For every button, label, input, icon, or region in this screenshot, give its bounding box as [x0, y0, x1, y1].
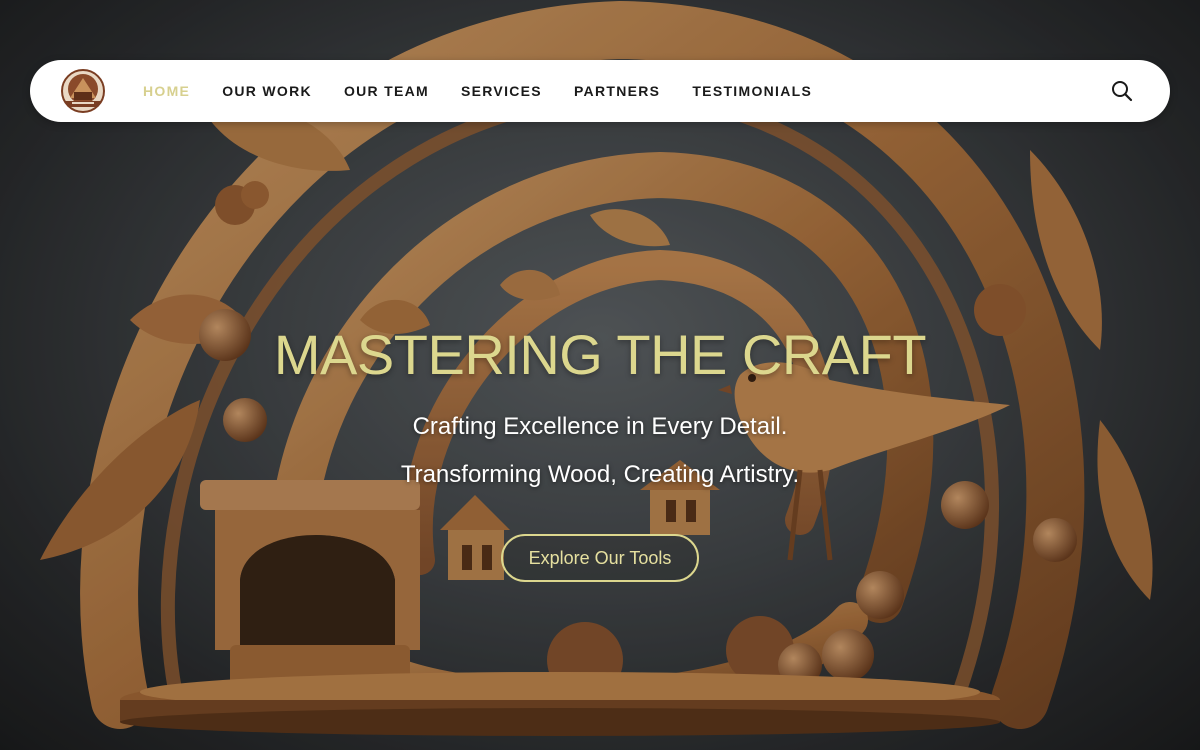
nav-links: HOME OUR WORK OUR TEAM SERVICES PARTNERS… — [143, 60, 844, 122]
nav-item-testimonials[interactable]: TESTIMONIALS — [692, 83, 812, 99]
hero-subtitle-line2: Transforming Wood, Creating Artistry. — [400, 461, 800, 488]
nav-item-our-team[interactable]: OUR TEAM — [344, 83, 429, 99]
nav-item-partners[interactable]: PARTNERS — [574, 83, 660, 99]
hero-title: MASTERING THE CRAFT — [273, 323, 927, 386]
nav-item-services[interactable]: SERVICES — [461, 83, 542, 99]
wood-craft-logo-icon[interactable] — [60, 68, 106, 114]
search-icon[interactable] — [1110, 79, 1134, 103]
nav-item-our-work[interactable]: OUR WORK — [222, 83, 312, 99]
explore-tools-button[interactable]: Explore Our Tools — [501, 534, 699, 582]
page: HOME OUR WORK OUR TEAM SERVICES PARTNERS… — [0, 0, 1200, 750]
nav-item-home[interactable]: HOME — [143, 83, 190, 99]
navbar: HOME OUR WORK OUR TEAM SERVICES PARTNERS… — [30, 60, 1170, 122]
hero-subtitle-line1: Crafting Excellence in Every Detail. — [412, 413, 788, 440]
